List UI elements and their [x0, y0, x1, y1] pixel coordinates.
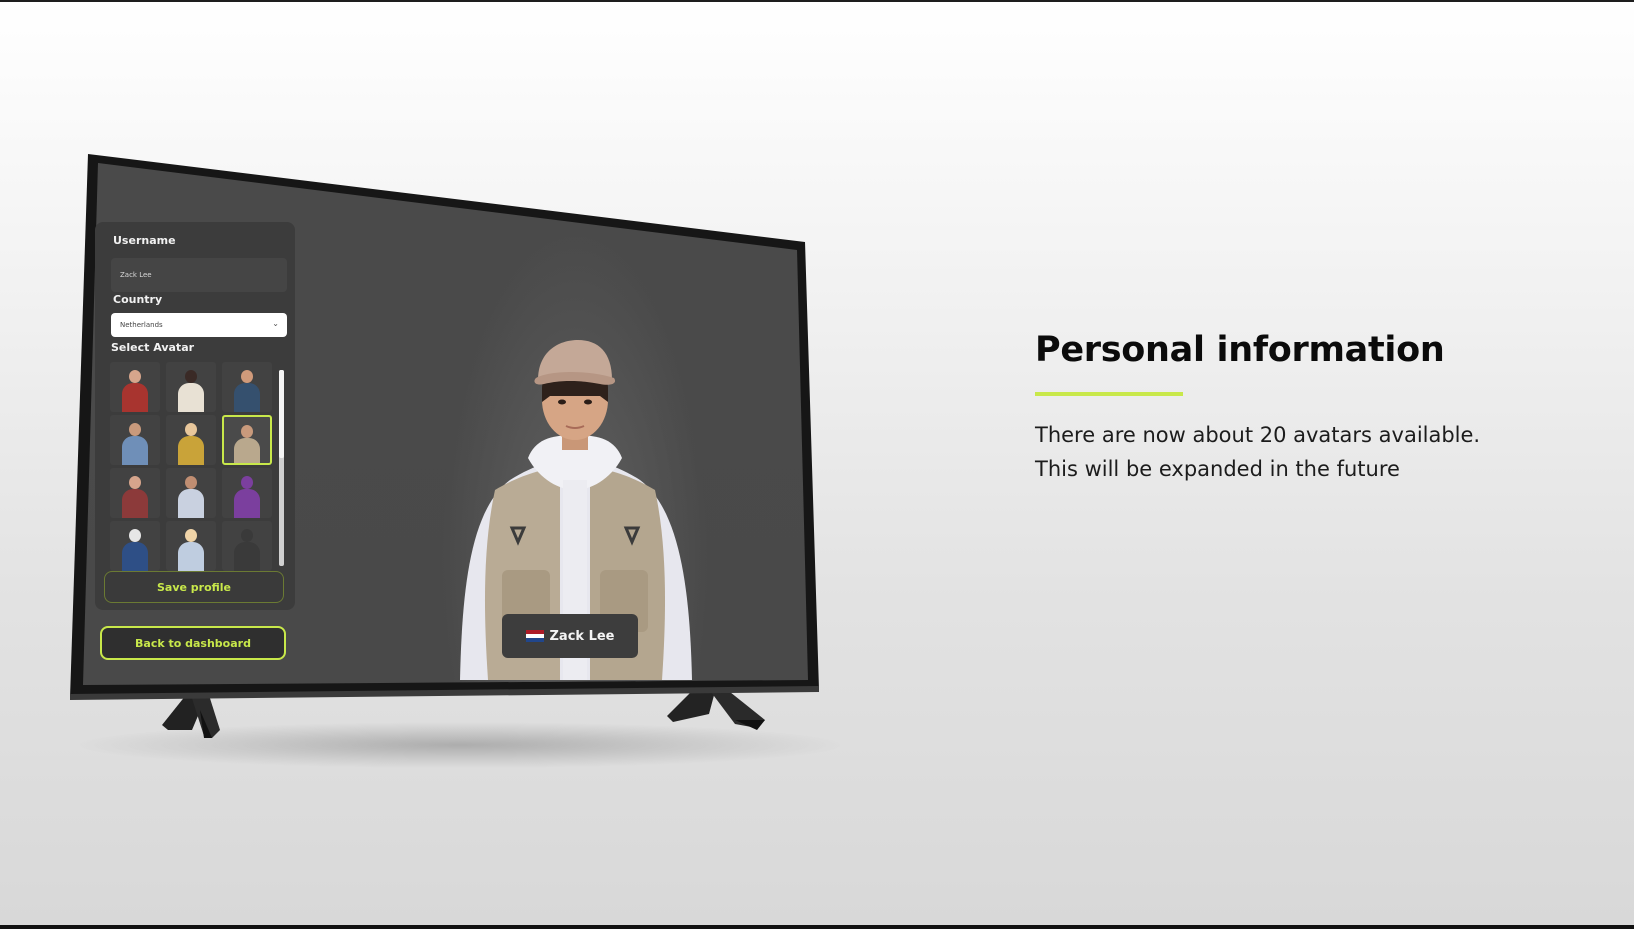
avatar-head — [241, 529, 253, 542]
avatar-thumbnail-2[interactable] — [166, 362, 216, 412]
username-value: Zack Lee — [120, 271, 152, 279]
avatar-head — [185, 423, 197, 436]
avatar-head — [241, 425, 253, 438]
avatar-body — [234, 489, 260, 518]
avatar-head — [129, 370, 141, 383]
player-nameplate: Zack Lee — [502, 614, 638, 658]
tv-stand-left — [162, 690, 220, 738]
avatar-thumbnail-1[interactable] — [110, 362, 160, 412]
avatar-thumbnail-12[interactable] — [222, 521, 272, 571]
avatar-body — [178, 383, 204, 412]
save-profile-button[interactable]: Save profile — [104, 571, 284, 603]
avatar-thumbnail-11[interactable] — [166, 521, 216, 571]
info-title: Personal information — [1035, 330, 1445, 370]
avatar-thumbnail-3[interactable] — [222, 362, 272, 412]
avatar-thumbnail-5[interactable] — [166, 415, 216, 465]
country-select[interactable]: Netherlands ⌄ — [111, 313, 287, 337]
chevron-down-icon: ⌄ — [272, 319, 279, 328]
avatar-grid — [110, 362, 280, 571]
avatar-body — [178, 489, 204, 518]
country-label: Country — [113, 293, 163, 306]
select-avatar-label: Select Avatar — [111, 341, 195, 354]
info-line-1: There are now about 20 avatars available… — [1035, 423, 1481, 447]
info-line-2: This will be expanded in the future — [1035, 457, 1400, 481]
username-input[interactable]: Zack Lee — [111, 258, 287, 292]
avatar-head — [185, 529, 197, 542]
avatar-grid-scrollbar[interactable] — [279, 370, 284, 566]
avatar-body — [122, 542, 148, 571]
country-value: Netherlands — [120, 321, 163, 329]
avatar-thumbnail-9[interactable] — [222, 468, 272, 518]
avatar-body — [234, 438, 260, 463]
avatar-body — [234, 542, 260, 571]
avatar-head — [129, 476, 141, 489]
avatar-body — [178, 436, 204, 465]
info-description: There are now about 20 avatars available… — [1035, 418, 1555, 486]
bottom-border — [0, 925, 1634, 929]
avatar-head — [241, 476, 253, 489]
netherlands-flag-icon — [525, 630, 544, 642]
avatar-head — [129, 529, 141, 542]
avatar-thumbnail-7[interactable] — [110, 468, 160, 518]
username-label: Username — [113, 234, 176, 247]
avatar-head — [185, 370, 197, 383]
avatar-body — [122, 383, 148, 412]
avatar-body — [234, 383, 260, 412]
avatar-thumbnail-4[interactable] — [110, 415, 160, 465]
avatar-thumbnail-8[interactable] — [166, 468, 216, 518]
avatar-head — [129, 423, 141, 436]
avatar-body — [122, 489, 148, 518]
title-underline — [1035, 392, 1183, 396]
avatar-head — [185, 476, 197, 489]
avatar-head — [241, 370, 253, 383]
avatar-body — [122, 436, 148, 465]
player-name: Zack Lee — [549, 628, 615, 644]
back-to-dashboard-button[interactable]: Back to dashboard — [100, 626, 286, 660]
avatar-thumbnail-10[interactable] — [110, 521, 160, 571]
avatar-thumbnail-6[interactable] — [222, 415, 272, 465]
top-border — [0, 0, 1634, 2]
scrollbar-thumb[interactable] — [279, 370, 284, 458]
avatar-body — [178, 542, 204, 571]
